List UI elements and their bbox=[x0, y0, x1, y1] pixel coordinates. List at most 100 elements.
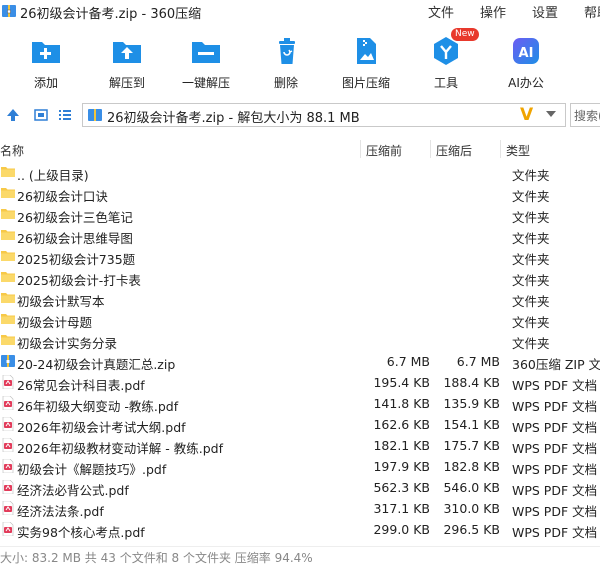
menu-operate[interactable]: 操作 bbox=[480, 2, 506, 21]
file-row[interactable]: 26初级会计三色笔记 文件夹 bbox=[0, 204, 600, 225]
file-name: 26年初级大纲变动 -教练.pdf bbox=[17, 399, 179, 414]
file-type: WPS PDF 文档 bbox=[512, 504, 598, 519]
menu-help[interactable]: 帮助 bbox=[584, 2, 600, 21]
folder-icon bbox=[1, 186, 15, 200]
v-logo-icon[interactable]: V bbox=[520, 105, 533, 125]
column-divider bbox=[360, 140, 361, 158]
address-row: 26初级会计备考.zip - 解包大小为 88.1 MB V 搜索( bbox=[0, 100, 600, 132]
delete-icon bbox=[279, 38, 295, 64]
up-arrow-icon[interactable] bbox=[6, 108, 20, 122]
file-row[interactable]: 初级会计母题 文件夹 bbox=[0, 309, 600, 330]
folder-icon bbox=[1, 249, 15, 263]
file-size: 317.1 KB bbox=[373, 501, 430, 516]
file-row[interactable]: 26初级会计思维导图 文件夹 bbox=[0, 225, 600, 246]
one-click-extract-button[interactable]: 一键解压 bbox=[180, 34, 232, 91]
file-type: 文件夹 bbox=[512, 336, 550, 351]
column-type[interactable]: 类型 bbox=[506, 142, 530, 159]
file-row[interactable]: 2026年初级会计考试大纲.pdf 162.6 KB 154.1 KB WPS PDF… bbox=[0, 414, 600, 435]
file-row[interactable]: 26年初级大纲变动 -教练.pdf 141.8 KB 135.9 KB WPS PDF… bbox=[0, 393, 600, 414]
file-row[interactable]: 20-24初级会计真题汇总.zip 6.7 MB 6.7 MB 360压缩 ZIP 文… bbox=[0, 351, 600, 372]
file-type: 文件夹 bbox=[512, 252, 550, 267]
file-type: WPS PDF 文档 bbox=[512, 483, 598, 498]
search-input[interactable]: 搜索( bbox=[570, 103, 600, 127]
extract-to-button[interactable]: 解压到 bbox=[104, 34, 150, 91]
pdf-file-icon bbox=[1, 416, 15, 432]
zip-archive-icon bbox=[2, 5, 16, 17]
ai-office-button[interactable]: AI AI办公 bbox=[506, 34, 546, 91]
folder-icon bbox=[1, 207, 15, 221]
menu-settings[interactable]: 设置 bbox=[532, 2, 558, 21]
file-size: 197.9 KB bbox=[373, 459, 430, 474]
file-type: 文件夹 bbox=[512, 273, 550, 288]
add-button[interactable]: 添加 bbox=[28, 34, 64, 91]
column-size[interactable]: 压缩前 bbox=[366, 142, 402, 159]
folder-icon bbox=[1, 165, 15, 179]
file-name: 2025初级会计-打卡表 bbox=[17, 273, 141, 288]
file-type: 文件夹 bbox=[512, 210, 550, 225]
file-name: 26常见会计科目表.pdf bbox=[17, 378, 145, 393]
extract-to-label: 解压到 bbox=[108, 76, 145, 90]
file-name: 初级会计母题 bbox=[17, 315, 93, 330]
column-packed[interactable]: 压缩后 bbox=[436, 142, 472, 159]
chevron-down-icon[interactable] bbox=[546, 111, 556, 117]
file-row[interactable]: 初级会计默写本 文件夹 bbox=[0, 288, 600, 309]
file-row[interactable]: 26常见会计科目表.pdf 195.4 KB 188.4 KB WPS PDF 文档 bbox=[0, 372, 600, 393]
file-name: 26初级会计三色笔记 bbox=[17, 210, 133, 225]
file-size: 195.4 KB bbox=[373, 375, 430, 390]
file-type: 文件夹 bbox=[512, 189, 550, 204]
file-row[interactable]: 26初级会计口诀 文件夹 bbox=[0, 183, 600, 204]
file-type: WPS PDF 文档 bbox=[512, 462, 598, 477]
one-click-extract-label: 一键解压 bbox=[181, 76, 230, 90]
file-name: 2026年初级会计考试大纲.pdf bbox=[17, 420, 186, 435]
file-row[interactable]: 实务98个核心考点.pdf 299.0 KB 296.5 KB WPS PDF 文档 bbox=[0, 519, 600, 540]
file-name: 26初级会计口诀 bbox=[17, 189, 108, 204]
file-packed-size: 182.8 KB bbox=[443, 459, 500, 474]
status-text: 大小: 83.2 MB 共 43 个文件和 8 个文件夹 压缩率 94.4% bbox=[0, 551, 313, 565]
file-type: 文件夹 bbox=[512, 294, 550, 309]
delete-button[interactable]: 删除 bbox=[270, 34, 302, 91]
file-type: WPS PDF 文档 bbox=[512, 378, 598, 393]
file-packed-size: 135.9 KB bbox=[443, 396, 500, 411]
file-row[interactable]: .. (上级目录) 文件夹 bbox=[0, 162, 600, 183]
file-row[interactable]: 2025初级会计-打卡表 文件夹 bbox=[0, 267, 600, 288]
menu-file[interactable]: 文件 bbox=[428, 2, 454, 21]
file-packed-size: 154.1 KB bbox=[443, 417, 500, 432]
file-row[interactable]: 经济法必背公式.pdf 562.3 KB 546.0 KB WPS PDF 文档 bbox=[0, 477, 600, 498]
image-compress-button[interactable]: 图片压缩 bbox=[340, 34, 392, 91]
tools-button[interactable]: New 工具 bbox=[428, 28, 479, 91]
toolbar: 添加 解压到 一键解压 删除 图片压缩 New 工具 AI AI办公 bbox=[0, 24, 600, 96]
pdf-file-icon bbox=[1, 395, 15, 411]
file-row[interactable]: 2025初级会计735题 文件夹 bbox=[0, 246, 600, 267]
column-name[interactable]: 名称 bbox=[0, 142, 24, 159]
file-type: WPS PDF 文档 bbox=[512, 399, 598, 414]
file-size: 299.0 KB bbox=[373, 522, 430, 537]
file-row[interactable]: 初级会计《解题技巧》.pdf 197.9 KB 182.8 KB WPS PDF 文档 bbox=[0, 456, 600, 477]
pdf-file-icon bbox=[1, 500, 15, 516]
file-type: WPS PDF 文档 bbox=[512, 420, 598, 435]
file-type: 360压缩 ZIP 文件 bbox=[512, 357, 600, 372]
file-type: WPS PDF 文档 bbox=[512, 441, 598, 456]
window-title: 26初级会计备考.zip - 360压缩 bbox=[20, 7, 202, 22]
pdf-file-icon bbox=[1, 374, 15, 390]
folder-icon bbox=[1, 270, 15, 284]
file-row[interactable]: 2026年初级教材变动详解 - 教练.pdf 182.1 KB 175.7 KB WP… bbox=[0, 435, 600, 456]
address-bar[interactable]: 26初级会计备考.zip - 解包大小为 88.1 MB V bbox=[82, 103, 566, 127]
pdf-file-icon bbox=[1, 479, 15, 495]
file-name: 实务98个核心考点.pdf bbox=[17, 525, 145, 540]
file-size: 162.6 KB bbox=[373, 417, 430, 432]
pdf-file-icon bbox=[1, 437, 15, 453]
file-name: 经济法必背公式.pdf bbox=[17, 483, 129, 498]
file-row[interactable]: 初级会计实务分录 文件夹 bbox=[0, 330, 600, 351]
thumbnail-view-icon[interactable] bbox=[34, 108, 48, 122]
folder-icon bbox=[1, 312, 15, 326]
folder-icon bbox=[1, 291, 15, 305]
delete-label: 删除 bbox=[273, 76, 298, 90]
file-type: WPS PDF 文档 bbox=[512, 525, 598, 540]
list-view-icon[interactable] bbox=[58, 108, 72, 122]
file-row[interactable]: 经济法法条.pdf 317.1 KB 310.0 KB WPS PDF 文档 bbox=[0, 498, 600, 519]
svg-text:AI: AI bbox=[519, 46, 534, 61]
file-name: 26初级会计思维导图 bbox=[17, 231, 133, 246]
image-compress-label: 图片压缩 bbox=[341, 76, 390, 90]
file-name: 20-24初级会计真题汇总.zip bbox=[17, 357, 176, 372]
file-size: 6.7 MB bbox=[386, 354, 430, 369]
